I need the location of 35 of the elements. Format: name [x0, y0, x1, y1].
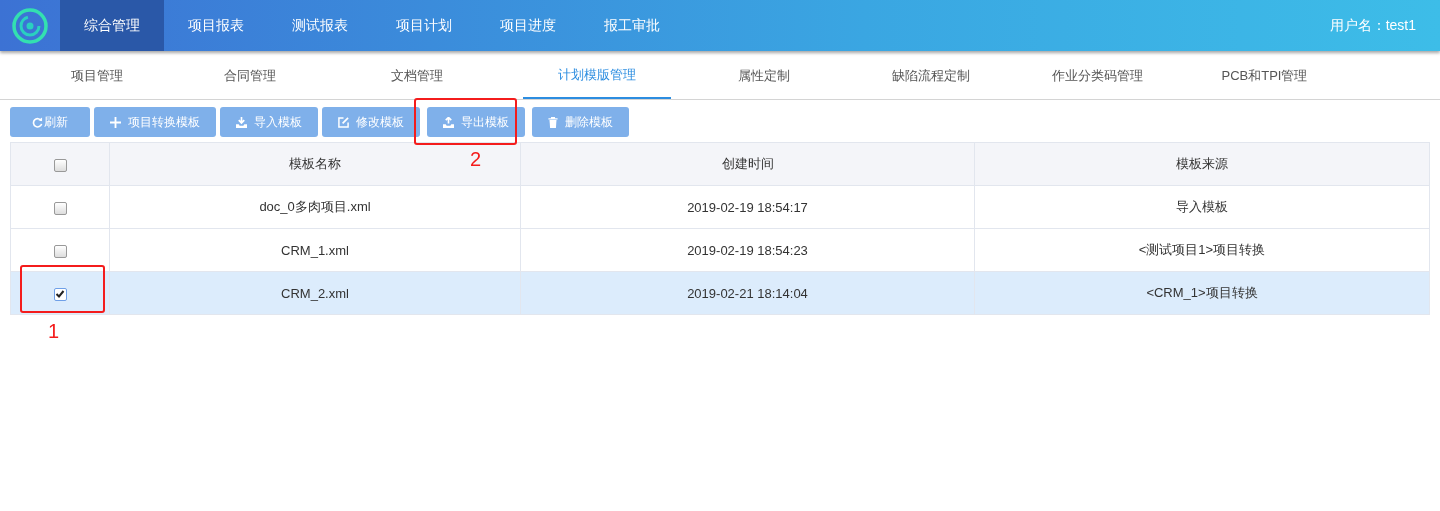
- sub-tab[interactable]: 项目管理: [13, 52, 180, 99]
- toolbar-button[interactable]: 项目转换模板: [94, 107, 216, 137]
- toolbar-button[interactable]: 删除模板: [532, 107, 629, 137]
- column-header: 模板来源: [1176, 156, 1228, 171]
- sub-tab[interactable]: 文档管理: [320, 52, 514, 99]
- nav-tab[interactable]: 报工审批: [580, 0, 684, 51]
- table-cell: CRM_1.xml: [281, 242, 349, 258]
- table-cell: CRM_2.xml: [281, 285, 349, 301]
- nav-tab[interactable]: 项目报表: [164, 0, 268, 51]
- step-number: 1: [48, 320, 60, 343]
- sub-tab[interactable]: 合同管理: [180, 52, 320, 99]
- nav-tab[interactable]: 测试报表: [268, 0, 372, 51]
- table-cell: 2019-02-21 18:14:04: [687, 285, 808, 301]
- sub-tab[interactable]: PCB和TPI管理: [1181, 52, 1348, 99]
- toolbar-button[interactable]: 导出模板: [427, 107, 525, 137]
- column-header: 模板名称: [289, 156, 341, 171]
- toolbar-button[interactable]: 导入模板: [220, 107, 318, 137]
- table-cell: 导入模板: [1176, 199, 1228, 214]
- sub-tab[interactable]: 属性定制: [680, 52, 847, 99]
- nav-tab[interactable]: 综合管理: [60, 0, 164, 51]
- username-label: 用户名：test1: [1329, 16, 1416, 35]
- column-header: 创建时间: [721, 156, 774, 171]
- table-cell: 2019-02-19 18:54:23: [687, 242, 808, 258]
- nav-tab[interactable]: 项目进度: [476, 0, 580, 51]
- toolbar-button[interactable]: 刷新: [10, 107, 90, 137]
- table-cell: <测试项目1>项目转换: [1138, 242, 1266, 257]
- toolbar-button[interactable]: 修改模板: [322, 107, 420, 137]
- sub-tab[interactable]: 作业分类码管理: [1014, 52, 1181, 99]
- table-cell: doc_0多肉项目.xml: [259, 199, 371, 214]
- step-number: 2: [470, 148, 482, 171]
- table-cell: 2019-02-19 18:54:17: [687, 199, 808, 215]
- table-cell: <CRM_1>项目转换: [1146, 285, 1258, 300]
- sub-tab[interactable]: 缺陷流程定制: [847, 52, 1014, 99]
- nav-tab[interactable]: 项目计划: [372, 0, 476, 51]
- sub-tab[interactable]: 计划模版管理: [523, 52, 671, 99]
